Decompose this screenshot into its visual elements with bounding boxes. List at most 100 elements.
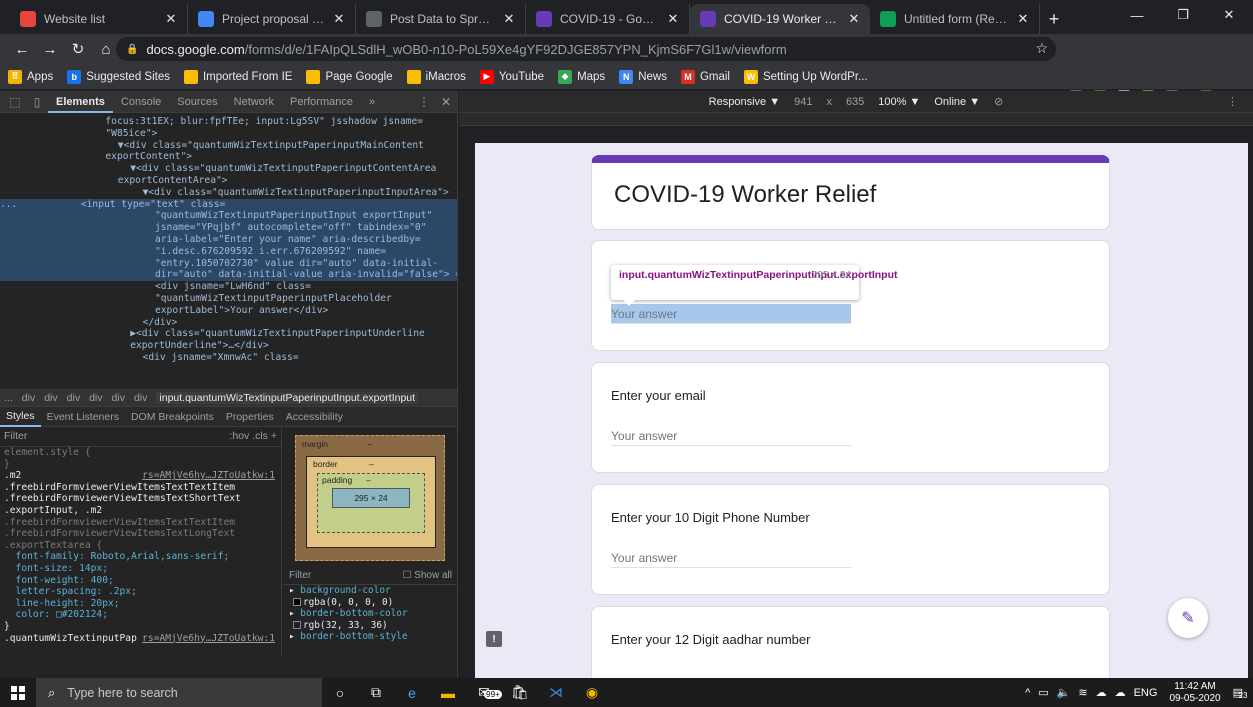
bookmark-item[interactable]: ▶ YouTube bbox=[479, 69, 544, 84]
bookmark-item[interactable]: b Suggested Sites bbox=[67, 69, 170, 84]
breadcrumb-item[interactable]: div bbox=[134, 392, 147, 404]
reload-icon[interactable]: ↻ bbox=[64, 35, 92, 63]
bookmark-item[interactable]: Imported From IE bbox=[183, 69, 292, 84]
dom-node-line[interactable]: <div jsname="XmnwAc" class= bbox=[0, 352, 457, 364]
task-view-icon[interactable]: ⧉ bbox=[358, 678, 394, 707]
edge-icon[interactable]: e bbox=[394, 678, 430, 707]
mail-app-icon[interactable]: ✉99+ bbox=[466, 678, 502, 707]
styles-filter-tools[interactable]: :hov .cls + bbox=[229, 430, 277, 443]
tab-close-icon[interactable]: ✕ bbox=[1015, 11, 1031, 27]
dom-node-line[interactable]: ▼<div class="quantumWizTextinputPaperinp… bbox=[0, 187, 457, 199]
browser-tab[interactable]: Untitled form (Responses) - (✕ bbox=[870, 4, 1040, 34]
dom-node-line[interactable]: exportContentArea"> bbox=[0, 175, 457, 187]
style-source-link[interactable]: rs=AMjVe6hy…JZToUatkw:1 bbox=[142, 470, 275, 482]
address-bar[interactable]: 🔒 docs.google.com/forms/d/e/1FAIpQLSdlH_… bbox=[116, 37, 1056, 61]
dom-node-line[interactable]: ... <input type="text" class= bbox=[0, 198, 457, 211]
bookmark-item[interactable]: N News bbox=[619, 69, 667, 84]
cortana-icon[interactable]: ○ bbox=[322, 678, 358, 707]
bookmark-item[interactable]: W Setting Up WordPr... bbox=[743, 69, 868, 84]
phone-input[interactable]: Your answer bbox=[611, 548, 851, 568]
battery-icon[interactable]: ▭ bbox=[1038, 686, 1048, 699]
zoom-select[interactable]: 100% ▼ bbox=[878, 96, 920, 108]
dom-node-line[interactable]: ▼<div class="quantumWizTextinputPaperinp… bbox=[0, 163, 457, 175]
breadcrumb-current[interactable]: input.quantumWizTextinputPaperinputInput… bbox=[156, 392, 419, 404]
dom-node-line[interactable]: "quantumWizTextinputPaperinputPlaceholde… bbox=[0, 293, 457, 305]
devtools-tab[interactable]: Performance bbox=[282, 91, 361, 113]
devtools-tab[interactable]: Elements bbox=[48, 91, 113, 113]
language-indicator[interactable]: ENG bbox=[1134, 687, 1158, 699]
edit-pencil-button[interactable]: ✎ bbox=[1168, 598, 1208, 638]
dom-node-line[interactable]: exportLabel">Your answer</div> bbox=[0, 305, 457, 317]
tab-close-icon[interactable]: ✕ bbox=[163, 11, 179, 27]
back-icon[interactable]: ← bbox=[8, 35, 36, 63]
devtools-tab[interactable]: Sources bbox=[169, 91, 225, 113]
dom-node-line[interactable]: <div jsname="LwH6nd" class= bbox=[0, 281, 457, 293]
dom-node-line[interactable]: exportUnderline">…</div> bbox=[0, 340, 457, 352]
device-toolbar-icon[interactable]: ▯ bbox=[26, 91, 48, 113]
styles-subtab[interactable]: Accessibility bbox=[280, 411, 349, 423]
tray-chevron-icon[interactable]: ^ bbox=[1025, 687, 1030, 699]
devtools-tab[interactable]: Network bbox=[226, 91, 282, 113]
dom-node-line[interactable]: </div> bbox=[0, 317, 457, 329]
styles-subtab[interactable]: Styles bbox=[0, 407, 41, 427]
device-menu-icon[interactable]: ⋮ bbox=[1227, 95, 1238, 108]
bookmark-item[interactable]: M Gmail bbox=[680, 69, 730, 84]
throttle-select[interactable]: Online ▼ bbox=[934, 96, 980, 108]
tab-close-icon[interactable]: ✕ bbox=[665, 11, 681, 27]
close-window-icon[interactable]: ✕ bbox=[1206, 0, 1252, 30]
clock[interactable]: 11:42 AM 09-05-2020 bbox=[1169, 681, 1220, 705]
tab-close-icon[interactable]: ✕ bbox=[331, 11, 347, 27]
windows-start-button[interactable] bbox=[0, 678, 36, 707]
browser-tab[interactable]: Website list ✕ bbox=[10, 4, 188, 34]
maximize-icon[interactable]: ❐ bbox=[1160, 0, 1206, 30]
styles-subtab[interactable]: Event Listeners bbox=[41, 411, 125, 423]
bookmark-item[interactable]: ◆ Maps bbox=[558, 69, 605, 84]
email-input[interactable]: Your answer bbox=[611, 426, 851, 446]
bookmark-item[interactable]: Page Google bbox=[306, 69, 393, 84]
browser-tab[interactable]: COVID-19 Worker Relief ✕ bbox=[690, 4, 870, 34]
onedrive-icon[interactable]: ☁ bbox=[1115, 686, 1126, 699]
cloud-icon[interactable]: ☁ bbox=[1096, 686, 1107, 699]
devtools-settings-icon[interactable]: ⋮ bbox=[413, 91, 435, 113]
computed-filter-row[interactable]: Filter ☐ Show all bbox=[283, 567, 458, 585]
browser-tab[interactable]: Post Data to Spread.html ✕ bbox=[356, 4, 526, 34]
dom-node-line[interactable]: exportContent"> bbox=[0, 151, 457, 163]
computed-filter-input[interactable]: Filter bbox=[289, 570, 311, 581]
breadcrumb-item[interactable]: div bbox=[112, 392, 125, 404]
dom-tree[interactable]: focus:3t1EX; blur:fpfTEe; input:Lg5SV" j… bbox=[0, 113, 457, 389]
rotate-icon[interactable]: ⊘ bbox=[994, 95, 1003, 108]
browser-tab[interactable]: COVID-19 - Google Forms ✕ bbox=[526, 4, 690, 34]
dom-node-line[interactable]: aria-label="Enter your name" aria-descri… bbox=[0, 233, 457, 246]
color-swatch[interactable] bbox=[293, 598, 301, 607]
dom-node-line[interactable]: "i.desc.676209592 i.err.676209592" name= bbox=[0, 245, 457, 258]
bookmark-item[interactable]: iMacros bbox=[406, 69, 466, 84]
chrome-icon[interactable]: ◉ bbox=[574, 678, 610, 707]
report-problem-icon[interactable]: ! bbox=[486, 631, 502, 647]
store-icon[interactable]: 🛍 bbox=[502, 678, 538, 707]
dom-node-line[interactable]: ▶<div class="quantumWizTextinputPaperinp… bbox=[0, 328, 457, 340]
viewport-width[interactable]: 941 bbox=[794, 96, 812, 108]
notifications-icon[interactable]: ▤ 23 bbox=[1233, 686, 1248, 700]
computed-property[interactable]: ▸ border-bottom-style bbox=[283, 631, 458, 643]
minimize-icon[interactable]: — bbox=[1114, 0, 1160, 30]
style-source-link[interactable]: rs=AMjVe6hy…JZToUatkw:1 bbox=[142, 633, 275, 645]
breadcrumb-item[interactable]: div bbox=[89, 392, 102, 404]
device-mode-select[interactable]: Responsive ▼ bbox=[709, 96, 780, 108]
dom-node-line[interactable]: focus:3t1EX; blur:fpfTEe; input:Lg5SV" j… bbox=[0, 116, 457, 128]
dom-node-line[interactable]: "entry.1050702730" value dir="auto" data… bbox=[0, 257, 457, 270]
inspect-element-icon[interactable]: ⬚ bbox=[4, 91, 26, 113]
dom-node-line[interactable]: ▼<div class="quantumWizTextinputPaperinp… bbox=[0, 140, 457, 152]
bookmark-star-icon[interactable]: ☆ bbox=[1035, 40, 1048, 57]
dom-node-line[interactable]: jsname="YPqjbf" autocomplete="off" tabin… bbox=[0, 222, 457, 234]
dom-node-line[interactable]: "quantumWizTextinputPaperinputInput expo… bbox=[0, 210, 457, 223]
breadcrumb-item[interactable]: div bbox=[67, 392, 80, 404]
taskbar-search[interactable]: ⌕ Type here to search bbox=[36, 678, 322, 707]
tab-close-icon[interactable]: ✕ bbox=[501, 11, 517, 27]
breadcrumb-item[interactable]: div bbox=[22, 392, 35, 404]
name-input[interactable]: Your answer bbox=[611, 304, 851, 324]
devtools-tab[interactable]: » bbox=[361, 91, 383, 113]
forward-icon[interactable]: → bbox=[36, 35, 64, 63]
tab-close-icon[interactable]: ✕ bbox=[846, 11, 862, 27]
new-tab-button[interactable]: + bbox=[1040, 4, 1068, 34]
viewport-height[interactable]: 635 bbox=[846, 96, 864, 108]
